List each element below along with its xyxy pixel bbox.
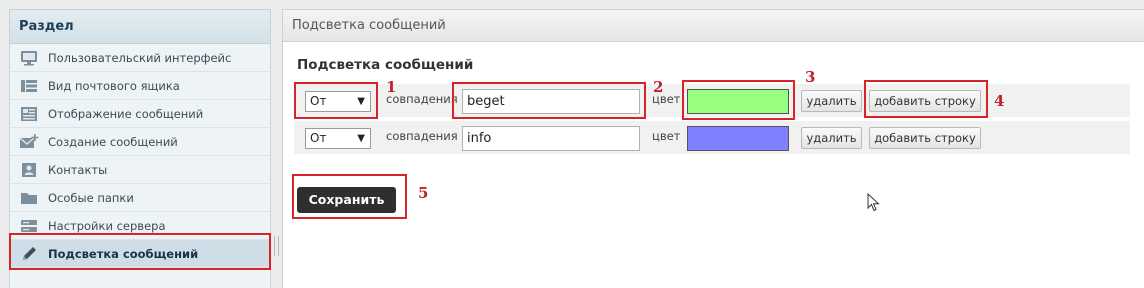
mailbox-layout-icon [10,78,48,94]
sidebar-item-message-highlight[interactable]: Подсветка сообщений [10,240,270,268]
sidebar-item-contacts[interactable]: Контакты [10,156,270,184]
server-icon [10,218,48,234]
color-picker[interactable] [687,89,789,114]
field-select-value: От [310,94,327,108]
match-text-input[interactable]: beget [462,89,640,114]
message-view-icon [10,106,48,122]
sidebar-item-user-interface[interactable]: Пользовательский интерфейс [10,44,270,72]
delete-row-button[interactable]: удалить [801,127,862,149]
highlight-rule-row: От ▼ совпадения beget цвет удалить добав… [294,84,1130,117]
match-text-input[interactable]: info [462,126,640,151]
save-button[interactable]: Сохранить [297,187,396,213]
panel-splitter-handle[interactable] [274,236,279,256]
sidebar-item-label: Создание сообщений [48,134,178,149]
annotation-number-1: 1 [386,78,397,96]
section-title: Подсветка сообщений [297,57,474,73]
field-select[interactable]: От ▼ [305,91,371,112]
color-picker[interactable] [687,126,789,151]
sidebar-item-label: Подсветка сообщений [48,246,199,261]
monitor-icon [10,50,48,66]
sidebar-item-label: Отображение сообщений [48,106,204,121]
sidebar-item-label: Контакты [48,162,108,177]
field-select-value: От [310,131,327,145]
match-label: совпадения [386,129,458,143]
main-panel: Подсветка сообщений Подсветка сообщений … [282,9,1144,288]
annotation-number-3: 3 [805,68,816,86]
sidebar-item-compose[interactable]: Создание сообщений [10,128,270,156]
highlight-rule-row: От ▼ совпадения info цвет удалить добави… [294,121,1130,154]
sidebar-item-special-folders[interactable]: Особые папки [10,184,270,212]
sidebar-item-server-settings[interactable]: Настройки сервера [10,212,270,240]
sidebar-item-label: Вид почтового ящика [48,78,180,93]
compose-icon [10,133,48,150]
annotation-number-2: 2 [653,78,664,96]
color-label: цвет [652,129,681,143]
contacts-icon [10,162,48,178]
section-sidebar: Раздел Пользовательский интерфейс Вид по… [9,9,271,288]
delete-row-button[interactable]: удалить [801,90,862,112]
sidebar-item-label: Пользовательский интерфейс [48,50,232,65]
annotation-number-4: 4 [994,92,1005,110]
match-label: совпадения [386,92,458,106]
field-select[interactable]: От ▼ [305,128,371,149]
panel-header: Подсветка сообщений [283,10,1144,42]
mouse-cursor-icon [867,193,880,212]
sidebar-item-message-display[interactable]: Отображение сообщений [10,100,270,128]
dropdown-arrow-icon: ▼ [357,133,365,144]
sidebar-item-label: Особые папки [48,190,134,205]
sidebar-item-label: Настройки сервера [48,218,166,233]
add-row-button[interactable]: добавить строку [869,127,981,149]
add-row-button[interactable]: добавить строку [869,90,981,112]
folder-icon [10,190,48,206]
sidebar-item-mailbox-view[interactable]: Вид почтового ящика [10,72,270,100]
annotation-number-5: 5 [418,184,429,202]
pencil-icon [10,245,48,263]
sidebar-title: Раздел [10,10,270,44]
dropdown-arrow-icon: ▼ [357,96,365,107]
